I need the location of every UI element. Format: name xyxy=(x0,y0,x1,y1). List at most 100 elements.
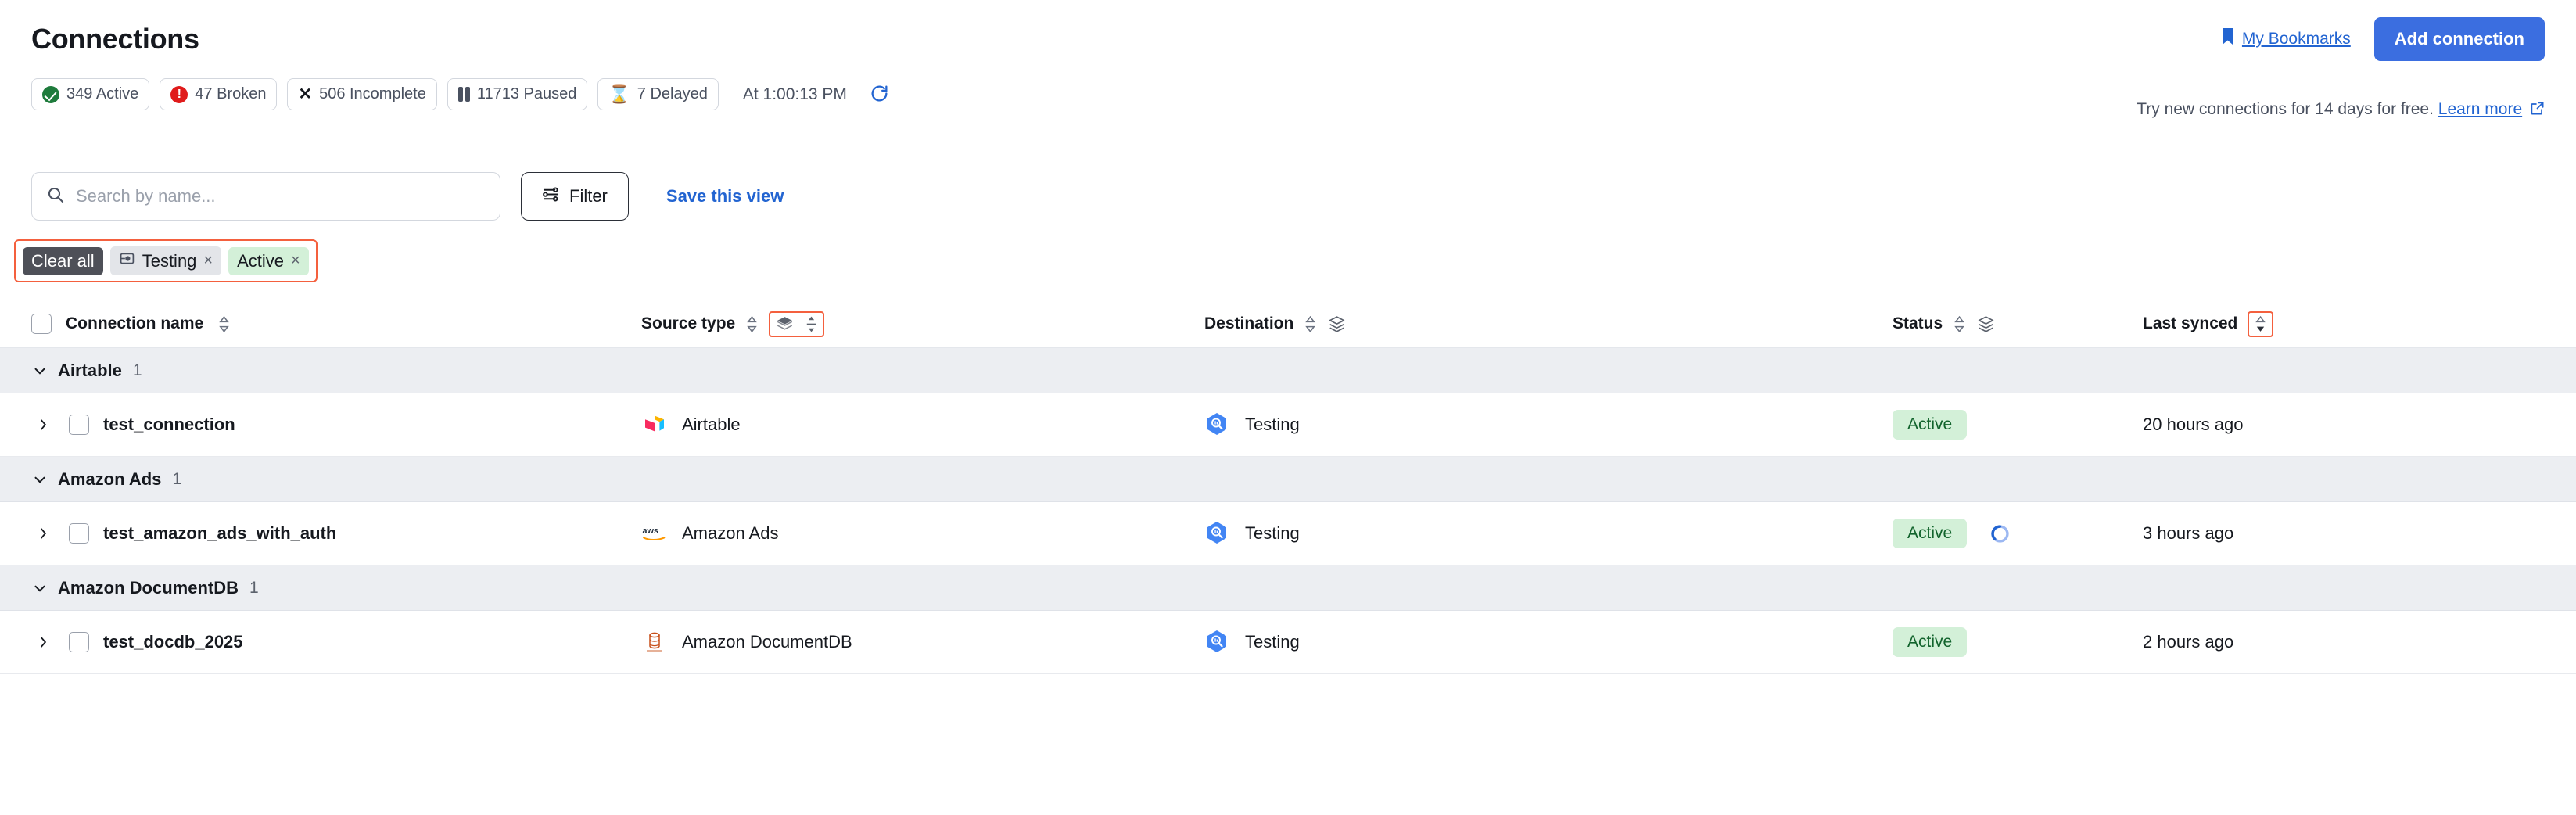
last-synced-sort-highlight xyxy=(2248,311,2274,337)
select-all-checkbox[interactable] xyxy=(31,314,52,334)
chevron-down-icon[interactable] xyxy=(31,580,48,597)
group-row-amazon-ads-label: Amazon Ads xyxy=(58,469,162,489)
svg-text:aws: aws xyxy=(643,526,658,536)
status-chip-broken-label: 47 Broken xyxy=(195,85,267,102)
column-header-destination: Destination xyxy=(1204,314,1893,334)
column-header-destination-label: Destination xyxy=(1204,314,1294,332)
row-checkbox[interactable] xyxy=(69,523,89,544)
group-row-airtable[interactable]: Airtable 1 xyxy=(0,348,2576,393)
cell-destination: Testing xyxy=(1204,411,1893,438)
page-title: Connections xyxy=(31,23,199,55)
refresh-button[interactable] xyxy=(870,84,889,106)
bigquery-icon xyxy=(1204,520,1231,547)
check-circle-icon xyxy=(42,85,59,103)
cell-connection-name: test_amazon_ads_with_auth xyxy=(31,523,641,544)
chevron-right-icon[interactable] xyxy=(31,526,55,541)
active-filters-bar: Clear all Testing × Active × xyxy=(14,239,318,282)
group-by-status-icon[interactable] xyxy=(1976,314,1996,334)
sort-last-synced-icon[interactable] xyxy=(2254,314,2267,334)
row-checkbox[interactable] xyxy=(69,415,89,435)
group-row-amazon-documentdb[interactable]: Amazon DocumentDB 1 xyxy=(0,565,2576,611)
filter-button-label: Filter xyxy=(569,186,608,206)
group-row-amazon-documentdb-label: Amazon DocumentDB xyxy=(58,577,239,598)
column-header-status-label: Status xyxy=(1893,314,1943,332)
chevron-right-icon[interactable] xyxy=(31,417,55,433)
cell-status: Active xyxy=(1893,627,2143,657)
status-chip-paused[interactable]: 11713 Paused xyxy=(447,78,588,110)
sort-connection-name-icon[interactable] xyxy=(217,314,231,334)
connection-name-label: test_amazon_ads_with_auth xyxy=(103,523,337,543)
last-synced-label: 20 hours ago xyxy=(2143,415,2244,434)
resize-source-type-icon[interactable] xyxy=(805,314,818,334)
my-bookmarks-label: My Bookmarks xyxy=(2241,30,2351,48)
my-bookmarks-link[interactable]: My Bookmarks xyxy=(2221,27,2351,51)
status-badge: Active xyxy=(1893,627,1968,657)
loading-spinner-icon xyxy=(1989,523,2011,544)
status-chip-active[interactable]: 349 Active xyxy=(31,78,150,110)
sort-destination-icon[interactable] xyxy=(1304,314,1317,334)
table-row[interactable]: test_amazon_ads_with_auth aws Amazon Ads xyxy=(0,502,2576,565)
cell-connection-name: test_connection xyxy=(31,415,641,435)
destination-icon xyxy=(119,250,135,271)
cell-source-type: Airtable xyxy=(641,411,1204,438)
documentdb-icon xyxy=(641,629,668,655)
save-this-view-link[interactable]: Save this view xyxy=(666,186,784,206)
filter-chip-active-close-icon[interactable]: × xyxy=(291,252,300,270)
cell-last-synced: 2 hours ago xyxy=(2143,632,2545,652)
status-chip-incomplete[interactable]: ✕ 506 Incomplete xyxy=(287,78,437,110)
destination-label: Testing xyxy=(1245,632,1300,652)
sort-source-type-icon[interactable] xyxy=(745,314,759,334)
cell-last-synced: 3 hours ago xyxy=(2143,523,2545,544)
sort-status-icon[interactable] xyxy=(1953,314,1966,334)
cell-source-type: aws Amazon Ads xyxy=(641,520,1204,547)
status-chip-active-label: 349 Active xyxy=(66,85,139,102)
bigquery-icon xyxy=(1204,629,1231,655)
row-checkbox[interactable] xyxy=(69,632,89,652)
learn-more-link[interactable]: Learn more xyxy=(2438,100,2522,118)
chevron-down-icon[interactable] xyxy=(31,362,48,379)
promo-banner: Try new connections for 14 days for free… xyxy=(2137,100,2545,120)
status-chip-delayed[interactable]: ⌛ 7 Delayed xyxy=(597,78,719,110)
status-badge: Active xyxy=(1893,519,1968,548)
filter-chip-active[interactable]: Active × xyxy=(228,246,309,275)
destination-label: Testing xyxy=(1245,523,1300,543)
group-by-destination-icon[interactable] xyxy=(1327,314,1347,334)
pause-icon xyxy=(457,87,470,102)
airtable-icon xyxy=(641,411,668,438)
last-synced-label: 2 hours ago xyxy=(2143,632,2234,652)
add-connection-button[interactable]: Add connection xyxy=(2373,17,2545,61)
external-link-icon xyxy=(2530,101,2545,120)
cell-destination: Testing xyxy=(1204,629,1893,655)
column-header-source-type-label: Source type xyxy=(641,314,736,332)
filter-chip-testing[interactable]: Testing × xyxy=(109,246,222,275)
search-box[interactable] xyxy=(31,172,500,221)
destination-label: Testing xyxy=(1245,415,1300,434)
chevron-down-icon[interactable] xyxy=(31,471,48,488)
cell-source-type: Amazon DocumentDB xyxy=(641,629,1204,655)
table-row[interactable]: test_docdb_2025 Amazon DocumentDB Testin… xyxy=(0,611,2576,674)
group-by-source-type-icon[interactable] xyxy=(775,314,795,334)
chevron-right-icon[interactable] xyxy=(31,634,55,650)
source-type-label: Amazon DocumentDB xyxy=(682,632,852,652)
source-type-label: Airtable xyxy=(682,415,741,434)
search-input[interactable] xyxy=(76,186,486,206)
promo-text: Try new connections for 14 days for free… xyxy=(2137,100,2434,118)
connections-table: Connection name Source type Destination … xyxy=(0,300,2576,674)
filter-chip-testing-close-icon[interactable]: × xyxy=(203,252,213,270)
alert-circle-icon xyxy=(170,85,188,103)
status-chip-broken[interactable]: 47 Broken xyxy=(160,78,278,110)
clear-all-button[interactable]: Clear all xyxy=(23,246,103,275)
group-row-amazon-documentdb-count: 1 xyxy=(249,578,259,597)
column-header-connection-name-label: Connection name xyxy=(66,314,204,332)
connection-name-label: test_connection xyxy=(103,415,235,434)
table-row[interactable]: test_connection Airtable Testing Active … xyxy=(0,393,2576,457)
filter-button[interactable]: Filter xyxy=(521,172,629,221)
connection-name-label: test_docdb_2025 xyxy=(103,632,243,652)
group-row-amazon-ads[interactable]: Amazon Ads 1 xyxy=(0,457,2576,502)
column-header-last-synced: Last synced xyxy=(2143,311,2545,337)
cell-status: Active xyxy=(1893,519,2143,548)
column-header-source-type: Source type xyxy=(641,311,1204,337)
status-chip-paused-label: 11713 Paused xyxy=(476,85,577,102)
cell-status: Active xyxy=(1893,410,2143,440)
cell-destination: Testing xyxy=(1204,520,1893,547)
